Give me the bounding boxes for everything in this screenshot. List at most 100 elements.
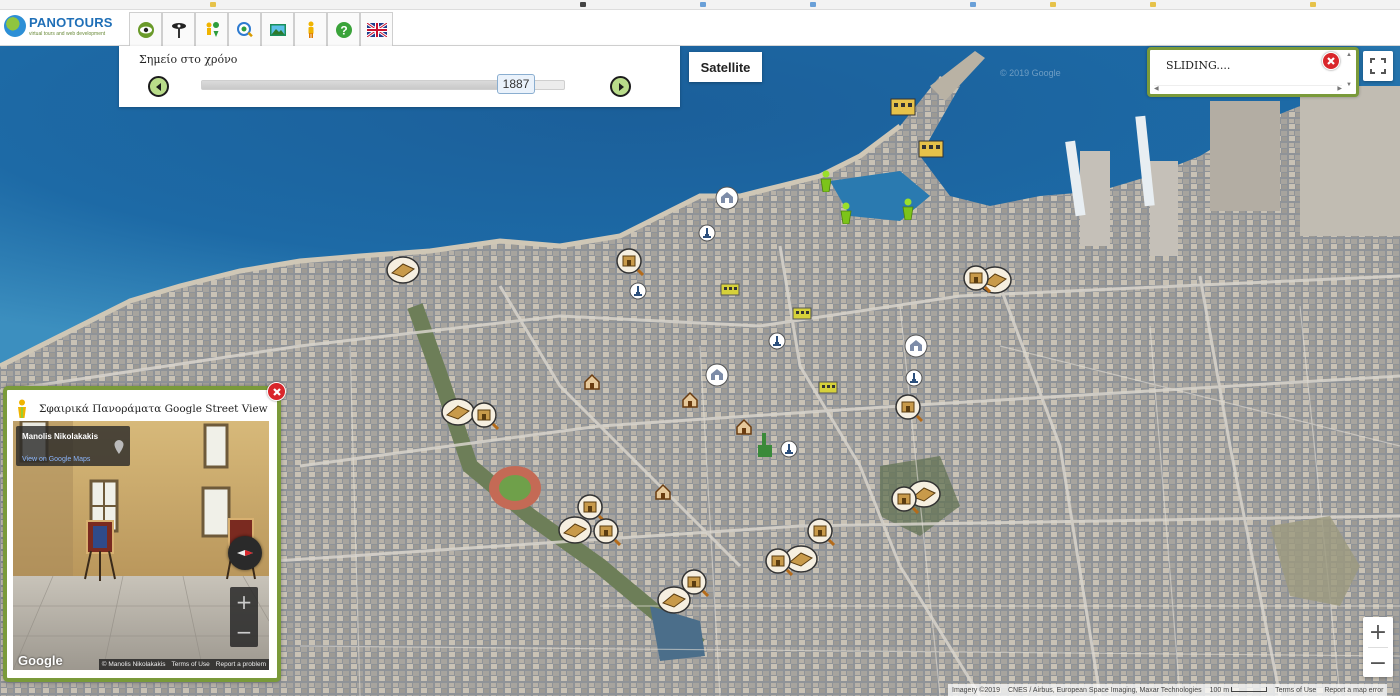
scale-bar [1231,686,1268,692]
pegman-icon [18,399,26,418]
tab-dot [210,2,216,7]
street-view-zoom-in-button[interactable]: + [230,587,258,617]
church-icon[interactable] [904,334,928,363]
mosque-icon[interactable] [756,431,774,464]
report-map-error-link[interactable]: Report a map error [1324,687,1383,694]
gate-icon[interactable] [593,518,622,551]
fountain-icon[interactable] [905,369,923,392]
house-icon[interactable] [681,391,699,414]
green-pegman-icon[interactable] [818,170,834,197]
gate-icon[interactable] [681,569,710,602]
street-view-credit: © Manolis Nikolakakis [101,661,166,668]
scroll-left-icon: ◀ [1154,86,1159,92]
time-slider[interactable]: 1887 [201,74,565,94]
fullscreen-button[interactable] [1363,51,1393,81]
terms-link[interactable]: Terms of Use [1275,687,1316,694]
street-view-zoom-out-button[interactable]: − [230,617,258,647]
gate-icon[interactable] [963,265,992,298]
horizontal-scrollbar[interactable]: ◀ ▶ [1154,85,1342,92]
scroll-down-icon: ▼ [1346,82,1352,88]
street-view-title: Σφαιρικά Πανοράματα Google Street View [39,403,268,415]
satellite-button[interactable]: Satellite [689,52,762,82]
yellow-building-icon[interactable] [792,306,812,325]
camera-icon [171,22,186,38]
app: PANOTOURS virtual tours and web developm… [0,0,1400,696]
map-zoom-out-button[interactable]: − [1363,648,1393,678]
close-icon [272,387,281,396]
street-view-close-button[interactable] [267,382,286,401]
fountain-icon[interactable] [780,440,798,463]
street-view-terms-link[interactable]: Terms of Use [171,661,209,668]
time-slider-thumb[interactable]: 1887 [497,74,536,94]
arrow-right-icon [618,82,624,91]
yellow-building-icon[interactable] [890,96,916,121]
map-pin-icon [114,440,124,454]
yellow-building-icon[interactable] [818,380,838,399]
tool-language-button[interactable] [360,12,393,46]
header: PANOTOURS virtual tours and web developm… [0,10,1400,46]
view-on-google-maps-link[interactable]: View on Google Maps [22,456,90,463]
street-view-zoom-control: + − [230,587,258,647]
gate-icon[interactable] [765,548,794,581]
street-view-report-link[interactable]: Report a problem [216,661,266,668]
vertical-scrollbar[interactable]: ▲ ▼ [1346,52,1354,92]
logo-text: PANOTOURS [29,15,113,30]
house-icon[interactable] [654,483,672,506]
panotours-logo[interactable]: PANOTOURS virtual tours and web developm… [4,13,124,43]
time-back-button[interactable] [148,76,169,97]
house-icon[interactable] [583,373,601,396]
logo-subtitle: virtual tours and web development [29,31,106,37]
attribution-providers: CNES / Airbus, European Space Imaging, M… [1007,686,1202,694]
tool-picture-button[interactable] [261,12,294,46]
tool-camera-button[interactable] [162,12,195,46]
arrow-left-icon [155,82,161,91]
help-icon: ? [335,21,352,38]
tool-help-button[interactable]: ? [327,12,360,46]
pegman-pin-icon [206,21,219,37]
tab-dot [970,2,976,7]
gate-icon[interactable] [807,518,836,551]
map-zoom-control: + − [1363,617,1393,677]
time-slider-fill [202,81,536,89]
compass-icon [237,550,253,556]
fountain-icon[interactable] [768,332,786,355]
green-pegman-icon[interactable] [838,202,854,229]
yellow-building-icon[interactable] [720,282,740,301]
house-icon[interactable] [735,418,753,441]
street-view-panorama[interactable]: Manolis Nikolakakis View on Google Maps … [13,421,269,670]
church-icon[interactable] [715,186,739,215]
logo-globe-icon [4,15,26,37]
scroll-right-icon: ▶ [1337,86,1342,92]
map-watermark: © 2019 Google [1000,68,1061,78]
tab-dot [810,2,816,7]
attribution-imagery: Imagery ©2019 [952,686,1000,694]
gate-icon[interactable] [616,248,645,281]
tool-eye-button[interactable] [129,12,162,46]
street-view-panel: Σφαιρικά Πανοράματα Google Street View M… [3,386,281,682]
tool-pegman-button[interactable] [294,12,327,46]
green-pegman-icon[interactable] [900,198,916,225]
fortress-wall-icon[interactable] [441,397,475,432]
fortress-wall-icon[interactable] [386,255,420,290]
church-icon[interactable] [705,363,729,392]
gate-icon[interactable] [895,394,924,427]
street-view-header: Σφαιρικά Πανοράματα Google Street View [15,399,268,419]
sliding-close-button[interactable] [1322,52,1340,70]
fountain-icon[interactable] [698,224,716,247]
google-logo: Google [18,653,63,668]
pegman-icon [308,21,313,38]
time-forward-button[interactable] [610,76,631,97]
gate-icon[interactable] [471,402,500,435]
tool-pegman-pin-button[interactable] [195,12,228,46]
uk-flag-icon [366,22,387,37]
close-icon [1327,57,1335,65]
street-view-compass[interactable] [228,536,262,570]
tool-search-location-button[interactable] [228,12,261,46]
fountain-icon[interactable] [629,282,647,305]
time-slider-panel: Σημείο στο χρόνο 1887 [119,46,680,107]
gate-icon[interactable] [891,486,920,519]
map-zoom-in-button[interactable]: + [1363,617,1393,647]
tab-dot [580,2,586,7]
toolbar: ? [129,12,393,46]
yellow-building-icon[interactable] [918,138,944,163]
